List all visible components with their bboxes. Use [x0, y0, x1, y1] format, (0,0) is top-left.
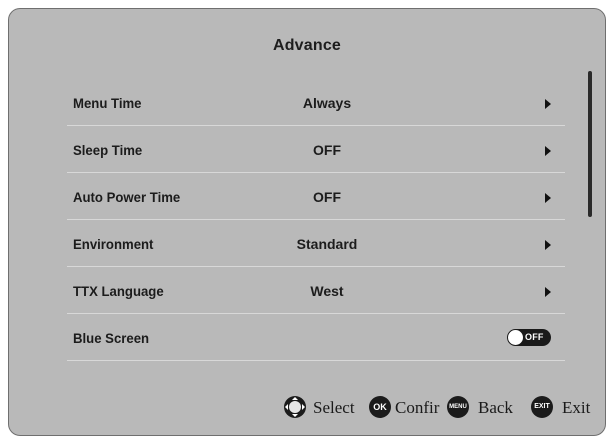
menu-item-sleep-time[interactable]: Sleep Time OFF	[67, 126, 565, 173]
menu-item-label: Menu Time	[73, 95, 142, 111]
menu-icon-text: MENU	[449, 404, 467, 410]
menu-item-menu-time[interactable]: Menu Time Always	[67, 79, 565, 126]
menu-item-value: West	[310, 283, 344, 299]
menu-title: Advance	[272, 37, 342, 54]
ok-icon-text: OK	[373, 402, 387, 412]
menu-item-label: Sleep Time	[73, 142, 143, 158]
menu-item-value: OFF	[313, 189, 341, 205]
scrollbar[interactable]	[588, 71, 592, 217]
chevron-right-icon	[545, 287, 551, 297]
advance-menu-panel: Advance Menu Time Always Sleep Time OFF …	[8, 8, 606, 436]
menu-item-value: Standard	[296, 236, 358, 252]
menu-item-value: OFF	[313, 142, 341, 158]
menu-item-label: Auto Power Time	[73, 189, 181, 205]
menu-button-icon[interactable]: MENU	[447, 396, 469, 418]
dpad-icon	[284, 396, 306, 418]
toggle-knob	[508, 330, 523, 345]
toggle-state-label: OFF	[525, 332, 544, 342]
select-hint-label: Select	[313, 398, 355, 417]
footer-hint-bar: Select OK Confir MENU Back EXIT Exit	[0, 396, 608, 430]
exit-hint-label: Exit	[562, 398, 591, 417]
chevron-right-icon	[545, 193, 551, 203]
menu-item-ttx-language[interactable]: TTX Language West	[67, 267, 565, 314]
chevron-right-icon	[545, 99, 551, 109]
menu-item-label: TTX Language	[73, 283, 164, 299]
menu-item-value: Always	[302, 95, 352, 111]
ok-button-icon[interactable]: OK	[369, 396, 391, 418]
menu-item-label: Environment	[73, 236, 154, 252]
blue-screen-toggle[interactable]: OFF	[507, 329, 551, 346]
confirm-hint-label: Confir	[395, 398, 440, 417]
menu-item-label: Blue Screen	[73, 330, 150, 346]
menu-list: Menu Time Always Sleep Time OFF Auto Pow…	[67, 79, 565, 361]
chevron-right-icon	[545, 146, 551, 156]
menu-item-environment[interactable]: Environment Standard	[67, 220, 565, 267]
menu-item-auto-power-time[interactable]: Auto Power Time OFF	[67, 173, 565, 220]
exit-button-icon[interactable]: EXIT	[531, 396, 553, 418]
menu-item-blue-screen[interactable]: Blue Screen OFF	[67, 314, 565, 361]
exit-icon-text: EXIT	[534, 403, 550, 410]
back-hint-label: Back	[478, 398, 513, 417]
chevron-right-icon	[545, 240, 551, 250]
